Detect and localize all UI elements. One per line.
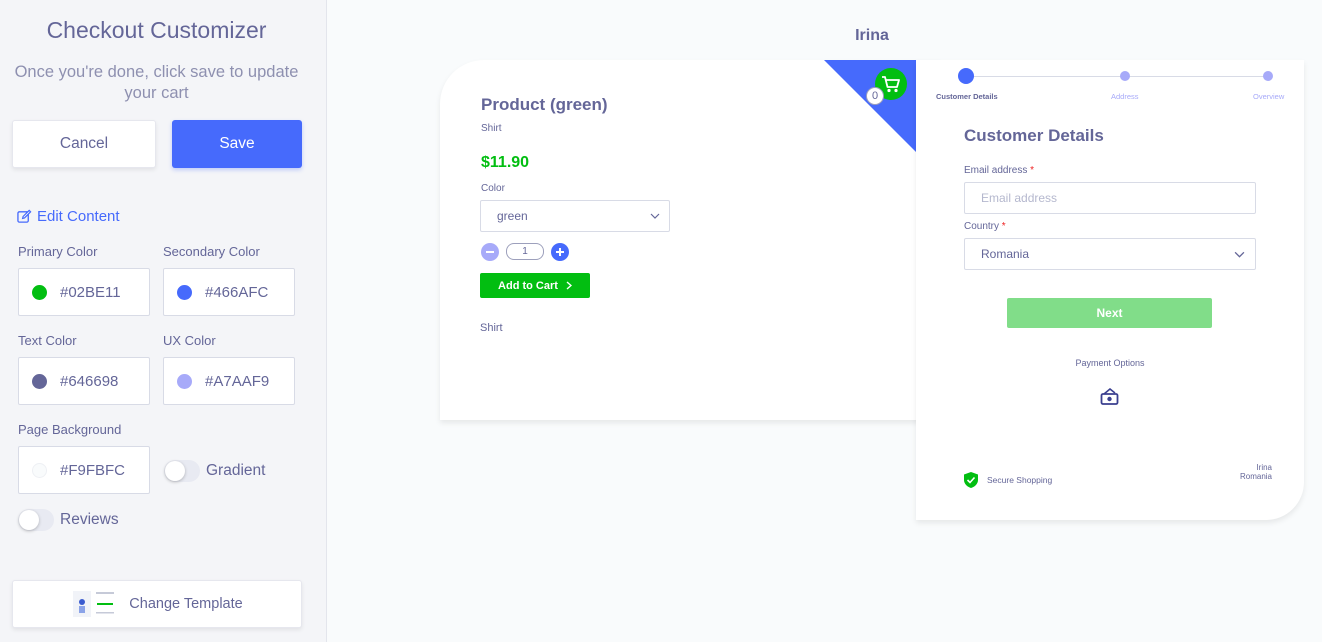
step-dot-address[interactable] <box>1120 71 1130 81</box>
secondary-color-value: #466AFC <box>205 283 269 301</box>
email-label-text: Email address <box>964 165 1028 176</box>
minus-icon <box>486 251 494 253</box>
cart-count-badge: 0 <box>866 87 884 105</box>
step-label-address[interactable]: Address <box>1111 92 1139 101</box>
page-background-input[interactable]: #F9FBFC <box>18 446 150 494</box>
stepper-line <box>966 76 1268 77</box>
step-label-overview[interactable]: Overview <box>1253 92 1284 101</box>
quantity-increase-button[interactable] <box>551 243 569 261</box>
color-select[interactable]: green <box>480 200 670 232</box>
product-name: Product (green) <box>481 95 608 114</box>
secondary-color-input[interactable]: #466AFC <box>163 268 295 316</box>
save-button[interactable]: Save <box>172 120 302 168</box>
payment-options-label: Payment Options <box>1075 358 1145 368</box>
email-label: Email address * <box>964 165 1034 176</box>
customizer-sidebar: Checkout Customizer Once you're done, cl… <box>0 0 327 642</box>
secure-shopping-badge: Secure Shopping <box>963 471 1052 489</box>
plus-icon <box>556 248 564 256</box>
color-label: Color <box>481 183 505 194</box>
next-button[interactable]: Next <box>1007 298 1212 328</box>
product-type: Shirt <box>481 123 502 134</box>
cart-icon <box>882 76 900 93</box>
ux-color-label: UX Color <box>163 333 216 348</box>
secondary-color-swatch[interactable] <box>177 284 192 300</box>
country-label-text: Country <box>964 221 1000 232</box>
change-template-button[interactable]: Change Template <box>12 580 302 628</box>
reviews-label: Reviews <box>60 511 119 528</box>
reviews-toggle[interactable]: Reviews <box>18 509 119 531</box>
chevron-down-icon <box>650 213 660 219</box>
required-mark: * <box>1001 221 1006 232</box>
store-name: Irina <box>855 27 889 44</box>
page-background-value: #F9FBFC <box>60 461 126 479</box>
chevron-down-icon <box>1234 251 1245 258</box>
step-dot-customer-details[interactable] <box>958 68 974 84</box>
cash-payment-icon[interactable] <box>1100 388 1119 406</box>
text-color-input[interactable]: #646698 <box>18 357 150 405</box>
quantity-decrease-button[interactable] <box>481 243 499 261</box>
ux-color-value: #A7AAF9 <box>205 372 270 390</box>
primary-color-value: #02BE11 <box>60 283 121 301</box>
text-color-value: #646698 <box>60 372 119 390</box>
color-select-value: green <box>497 209 528 223</box>
quantity-input[interactable]: 1 <box>506 243 544 260</box>
email-field[interactable]: Email address <box>964 182 1256 214</box>
chevron-right-icon <box>566 281 572 290</box>
checkout-title: Customer Details <box>964 126 1104 145</box>
address-country: Romania <box>1239 472 1272 481</box>
ux-color-input[interactable]: #A7AAF9 <box>163 357 295 405</box>
cancel-button[interactable]: Cancel <box>12 120 156 168</box>
product-description: Shirt <box>480 322 503 334</box>
required-mark: * <box>1030 165 1035 176</box>
address-name: Irina <box>1256 463 1272 472</box>
edit-icon <box>17 209 32 223</box>
page-background-label: Page Background <box>18 422 122 437</box>
step-label-customer-details[interactable]: Customer Details <box>936 92 998 101</box>
page-background-swatch[interactable] <box>32 462 47 478</box>
country-label: Country * <box>964 221 1006 232</box>
store-address: Irina Romania <box>1200 463 1272 481</box>
product-price: $11.90 <box>481 154 530 171</box>
add-to-cart-label: Add to Cart <box>498 279 558 292</box>
primary-color-swatch[interactable] <box>32 284 47 300</box>
text-color-swatch[interactable] <box>32 373 47 389</box>
secondary-color-label: Secondary Color <box>163 244 260 259</box>
template-thumbnail-icon <box>71 589 118 619</box>
change-template-label: Change Template <box>129 596 243 612</box>
add-to-cart-button[interactable]: Add to Cart <box>480 273 590 298</box>
edit-content-link[interactable]: Edit Content <box>17 208 120 225</box>
edit-content-label: Edit Content <box>37 208 120 225</box>
ux-color-swatch[interactable] <box>177 373 192 389</box>
reviews-switch[interactable] <box>18 509 54 531</box>
country-select[interactable]: Romania <box>964 238 1256 270</box>
primary-color-input[interactable]: #02BE11 <box>18 268 150 316</box>
gradient-toggle[interactable]: Gradient <box>164 460 265 482</box>
step-dot-overview[interactable] <box>1263 71 1273 81</box>
sidebar-title: Checkout Customizer <box>46 17 267 43</box>
secure-shopping-label: Secure Shopping <box>987 475 1053 485</box>
sidebar-subtitle: Once you're done, click save to update y… <box>14 63 299 102</box>
gradient-switch[interactable] <box>164 460 200 482</box>
text-color-label: Text Color <box>18 333 77 348</box>
country-select-value: Romania <box>981 247 1030 261</box>
gradient-label: Gradient <box>206 462 266 479</box>
shield-check-icon <box>964 472 978 488</box>
primary-color-label: Primary Color <box>18 244 98 259</box>
